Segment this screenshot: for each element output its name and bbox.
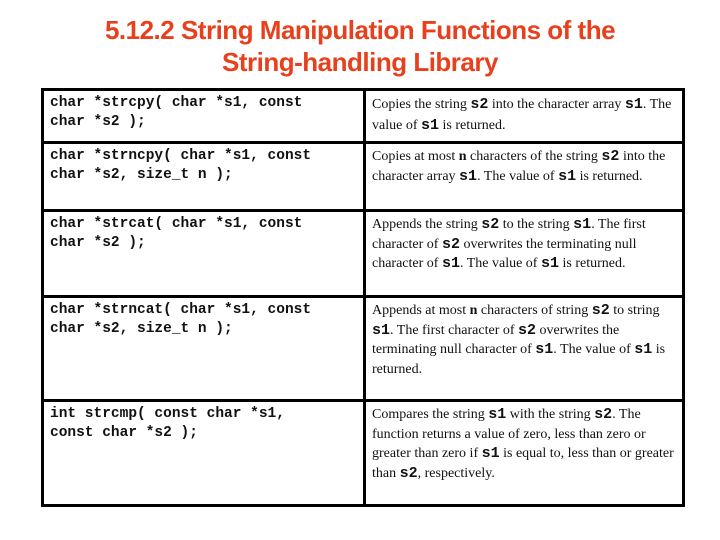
code-identifier: s1 [558, 167, 577, 185]
description-text: is returned. [439, 118, 506, 133]
description-text: with the string [506, 407, 595, 422]
description-text: to the string [499, 217, 574, 232]
description-text: . The first character of [390, 322, 519, 338]
code-identifier: s2 [441, 235, 460, 253]
table-row: char *strcat( char *s1, const char *s2 )… [41, 209, 685, 298]
code-identifier: s1 [624, 96, 643, 113]
slide-title: 5.12.2 String Manipulation Functions of … [0, 14, 720, 78]
description-text: Appends the string [372, 217, 482, 232]
function-prototype: int strcmp( const char *s1, const char *… [41, 399, 366, 507]
function-description: Appends the string s2 to the string s1. … [363, 209, 685, 298]
function-description: Appends at most n characters of string s… [363, 295, 685, 402]
description-text: is returned. [558, 256, 626, 271]
description-text: to string [609, 303, 660, 318]
code-identifier: s2 [481, 216, 500, 233]
function-prototype: char *strcat( char *s1, const char *s2 )… [41, 209, 366, 298]
function-description: Copies the string s2 into the character … [363, 88, 685, 144]
bold-term: n [458, 149, 467, 164]
code-identifier: s1 [488, 406, 507, 423]
description-text: Compares the string [372, 407, 489, 422]
code-identifier: s2 [601, 148, 620, 165]
code-identifier: s2 [470, 96, 489, 113]
description-text: . The value of [459, 256, 541, 271]
code-identifier: s1 [420, 117, 439, 134]
description-text: , respectively. [417, 465, 495, 481]
code-identifier: s1 [535, 341, 554, 358]
title-line-1: 5.12.2 String Manipulation Functions of … [104, 15, 616, 45]
code-identifier: s1 [540, 255, 559, 272]
code-identifier: s2 [399, 464, 418, 482]
description-text: Copies at most [372, 149, 459, 164]
table-row: char *strcpy( char *s1, const char *s2 )… [41, 88, 685, 144]
code-identifier: s2 [594, 406, 613, 423]
function-prototype: char *strncat( char *s1, const char *s2,… [41, 295, 366, 402]
function-table: char *strcpy( char *s1, const char *s2 )… [41, 88, 685, 507]
description-text: Copies the string [372, 97, 471, 112]
title-line-2: String-handling Library [222, 47, 498, 77]
code-identifier: s2 [591, 302, 610, 319]
function-description: Compares the string s1 with the string s… [363, 399, 685, 507]
description-text: . The value of [477, 168, 559, 184]
description-text: into the character array [488, 97, 625, 112]
description-text: characters of the string [466, 149, 602, 164]
function-prototype: char *strncpy( char *s1, const char *s2,… [41, 141, 366, 212]
code-identifier: s1 [634, 341, 653, 358]
code-identifier: s1 [459, 167, 478, 185]
function-description: Copies at most n characters of the strin… [363, 141, 685, 212]
description-text: . The value of [553, 342, 635, 357]
table-row: char *strncpy( char *s1, const char *s2,… [41, 141, 685, 212]
code-identifier: s2 [518, 321, 537, 339]
description-text: Appends at most [372, 303, 470, 318]
description-text: is returned. [576, 168, 643, 184]
code-identifier: s1 [372, 321, 391, 339]
code-identifier: s1 [573, 216, 592, 233]
code-identifier: s1 [441, 255, 460, 272]
code-identifier: s1 [481, 445, 500, 462]
description-text: characters of string [477, 303, 592, 318]
table-row: int strcmp( const char *s1, const char *… [41, 399, 685, 507]
table-row: char *strncat( char *s1, const char *s2,… [41, 295, 685, 402]
function-prototype: char *strcpy( char *s1, const char *s2 )… [41, 88, 366, 144]
